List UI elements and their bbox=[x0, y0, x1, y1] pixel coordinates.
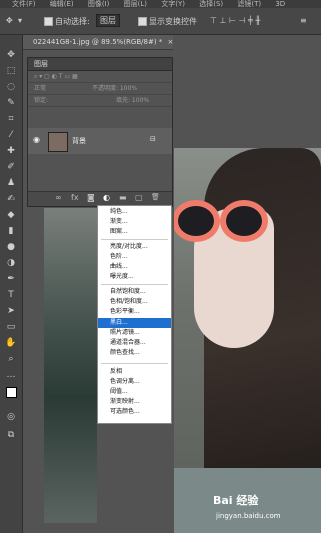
adjustment-icon[interactable]: ◐ bbox=[103, 193, 110, 202]
lock-label: 锁定: bbox=[34, 97, 49, 104]
marquee-tool-icon[interactable]: ⬚ bbox=[4, 65, 18, 78]
auto-select-dropdown[interactable]: 图层 bbox=[96, 14, 120, 27]
menu-image[interactable]: 图像(I) bbox=[88, 0, 110, 8]
menu-item-color-balance[interactable]: 色彩平衡... bbox=[98, 307, 171, 317]
screen-mode-icon[interactable]: ⧉ bbox=[4, 429, 18, 442]
watermark-brand: Bai 经验 bbox=[213, 494, 259, 507]
chevron-down-icon[interactable]: ▾ bbox=[18, 16, 22, 25]
menu-separator bbox=[101, 363, 168, 364]
document-tab[interactable]: 022441G8-1.jpg @ 89.5%(RGB/8#) * × bbox=[23, 35, 173, 50]
lock-icon: ⊟ bbox=[150, 135, 156, 143]
link-icon[interactable]: ∞ bbox=[55, 193, 62, 202]
menu-item-levels[interactable]: 色阶... bbox=[98, 252, 171, 262]
document-title: 022441G8-1.jpg @ 89.5%(RGB/8#) * bbox=[33, 38, 163, 46]
layer-name: 背景 bbox=[72, 137, 86, 145]
crop-tool-icon[interactable]: ⌗ bbox=[4, 113, 18, 126]
menu-item-gradient-map[interactable]: 渐变映射... bbox=[98, 397, 171, 407]
lasso-tool-icon[interactable]: ◌ bbox=[4, 81, 18, 94]
pen-tool-icon[interactable]: ✒ bbox=[4, 273, 18, 286]
gradient-tool-icon[interactable]: ▮ bbox=[4, 225, 18, 238]
menu-item-solid-color[interactable]: 纯色... bbox=[98, 207, 171, 217]
layers-panel-title: 图层 bbox=[28, 58, 172, 71]
align-icons[interactable]: ⊤ ⊥ ⊢ ⊣ ╪ ╫ bbox=[210, 16, 260, 25]
show-transform-label: 显示变换控件 bbox=[149, 17, 197, 26]
menu-item-selective-color[interactable]: 可选颜色... bbox=[98, 407, 171, 417]
more-tools-icon[interactable]: … bbox=[4, 369, 18, 382]
folder-icon[interactable]: ▬ bbox=[119, 193, 127, 202]
menu-separator bbox=[101, 239, 168, 240]
quick-mask-icon[interactable]: ◎ bbox=[4, 411, 18, 424]
zoom-tool-icon[interactable]: ⌕ bbox=[4, 353, 18, 366]
history-brush-icon[interactable]: ✍ bbox=[4, 193, 18, 206]
blend-row: 正常 不透明度: 100% bbox=[28, 83, 172, 95]
menu-item-invert[interactable]: 反相 bbox=[98, 367, 171, 377]
menu-file[interactable]: 文件(F) bbox=[12, 0, 36, 8]
adjustment-layer-menu: 纯色... 渐变... 图案... 亮度/对比度... 色阶... 曲线... … bbox=[97, 205, 172, 424]
layers-panel: 图层 ⌕ ▾ ▢ ◐ T ▭ ▦ 正常 不透明度: 100% 锁定: 填充: 1… bbox=[27, 57, 173, 207]
menu-item-vibrance[interactable]: 自然饱和度... bbox=[98, 287, 171, 297]
photo-left-strip bbox=[44, 208, 97, 523]
menu-item-black-white[interactable]: 黑白... bbox=[98, 318, 171, 328]
sunglasses-right-lens bbox=[220, 200, 268, 242]
menu-separator bbox=[101, 284, 168, 285]
menu-item-brightness-contrast[interactable]: 亮度/对比度... bbox=[98, 242, 171, 252]
menu-item-threshold[interactable]: 阈值... bbox=[98, 387, 171, 397]
tools-panel: ✥ ⬚ ◌ ✎ ⌗ ⁄ ✚ ✐ ♟ ✍ ◆ ▮ ● ◑ ✒ T ➤ ▭ ✋ ⌕ … bbox=[0, 35, 23, 533]
menu-item-color-lookup[interactable]: 颜色查找... bbox=[98, 348, 171, 358]
show-transform-checkbox[interactable]: 显示变换控件 bbox=[138, 16, 197, 27]
eyedropper-icon[interactable]: ⁄ bbox=[4, 129, 18, 142]
photo-canvas[interactable] bbox=[174, 148, 321, 533]
type-tool-icon[interactable]: T bbox=[4, 289, 18, 302]
move-tool-icon[interactable]: ✥ bbox=[4, 49, 18, 62]
trash-icon[interactable]: 🗑 bbox=[151, 193, 160, 201]
brush-tool-icon[interactable]: ✐ bbox=[4, 161, 18, 174]
shape-tool-icon[interactable]: ▭ bbox=[4, 321, 18, 334]
menu-item-curves[interactable]: 曲线... bbox=[98, 262, 171, 272]
mask-icon[interactable]: ◙ bbox=[87, 193, 95, 202]
eraser-tool-icon[interactable]: ◆ bbox=[4, 209, 18, 222]
dodge-tool-icon[interactable]: ◑ bbox=[4, 257, 18, 270]
layer-thumbnail bbox=[48, 132, 68, 152]
menu-item-posterize[interactable]: 色调分离... bbox=[98, 377, 171, 387]
layer-row-background[interactable]: ◉ 背景 ⊟ bbox=[28, 128, 172, 154]
lock-row: 锁定: 填充: 100% bbox=[28, 95, 172, 107]
menu-edit[interactable]: 编辑(E) bbox=[50, 0, 74, 8]
menu-item-photo-filter[interactable]: 照片滤镜... bbox=[98, 328, 171, 338]
fx-icon[interactable]: fx bbox=[71, 193, 79, 202]
auto-select-checkbox[interactable]: 自动选择: bbox=[44, 16, 90, 27]
menu-item-channel-mixer[interactable]: 通道混合器... bbox=[98, 338, 171, 348]
menu-select[interactable]: 选择(S) bbox=[199, 0, 223, 8]
menu-3d[interactable]: 3D bbox=[275, 0, 285, 8]
blend-mode-select[interactable]: 正常 bbox=[34, 85, 46, 92]
eye-icon[interactable]: ◉ bbox=[33, 135, 40, 144]
menu-layer[interactable]: 图层(L) bbox=[124, 0, 147, 8]
options-bar: ✥ ▾ 自动选择: 图层 显示变换控件 ⊤ ⊥ ⊢ ⊣ ╪ ╫ ≡ bbox=[0, 8, 321, 35]
quick-select-icon[interactable]: ✎ bbox=[4, 97, 18, 110]
layer-filter-row[interactable]: ⌕ ▾ ▢ ◐ T ▭ ▦ bbox=[28, 71, 172, 83]
new-layer-icon[interactable]: ▢ bbox=[135, 193, 143, 202]
watermark-url: jingyan.baidu.com bbox=[216, 512, 281, 520]
foreground-color-swatch[interactable] bbox=[4, 387, 18, 400]
move-tool-icon[interactable]: ✥ bbox=[6, 16, 13, 25]
menu-bar: 文件(F) 编辑(E) 图像(I) 图层(L) 文字(Y) 选择(S) 滤镜(T… bbox=[0, 0, 321, 8]
fill-field[interactable]: 填充: 100% bbox=[116, 97, 149, 104]
distribute-icon[interactable]: ≡ bbox=[300, 16, 307, 25]
menu-type[interactable]: 文字(Y) bbox=[161, 0, 185, 8]
hand-tool-icon[interactable]: ✋ bbox=[4, 337, 18, 350]
layers-footer: ∞ fx ◙ ◐ ▬ ▢ 🗑 bbox=[28, 191, 172, 206]
menu-item-exposure[interactable]: 曝光度... bbox=[98, 272, 171, 282]
sunglasses-left-lens bbox=[174, 200, 220, 242]
auto-select-label: 自动选择: bbox=[55, 17, 90, 26]
menu-item-pattern[interactable]: 图案... bbox=[98, 227, 171, 237]
path-select-icon[interactable]: ➤ bbox=[4, 305, 18, 318]
menu-item-hue-saturation[interactable]: 色相/饱和度... bbox=[98, 297, 171, 307]
clone-stamp-icon[interactable]: ♟ bbox=[4, 177, 18, 190]
menu-filter[interactable]: 滤镜(T) bbox=[237, 0, 261, 8]
blur-tool-icon[interactable]: ● bbox=[4, 241, 18, 254]
healing-brush-icon[interactable]: ✚ bbox=[4, 145, 18, 158]
close-icon[interactable]: × bbox=[168, 38, 173, 46]
opacity-field[interactable]: 不透明度: 100% bbox=[92, 85, 137, 92]
menu-item-gradient[interactable]: 渐变... bbox=[98, 217, 171, 227]
